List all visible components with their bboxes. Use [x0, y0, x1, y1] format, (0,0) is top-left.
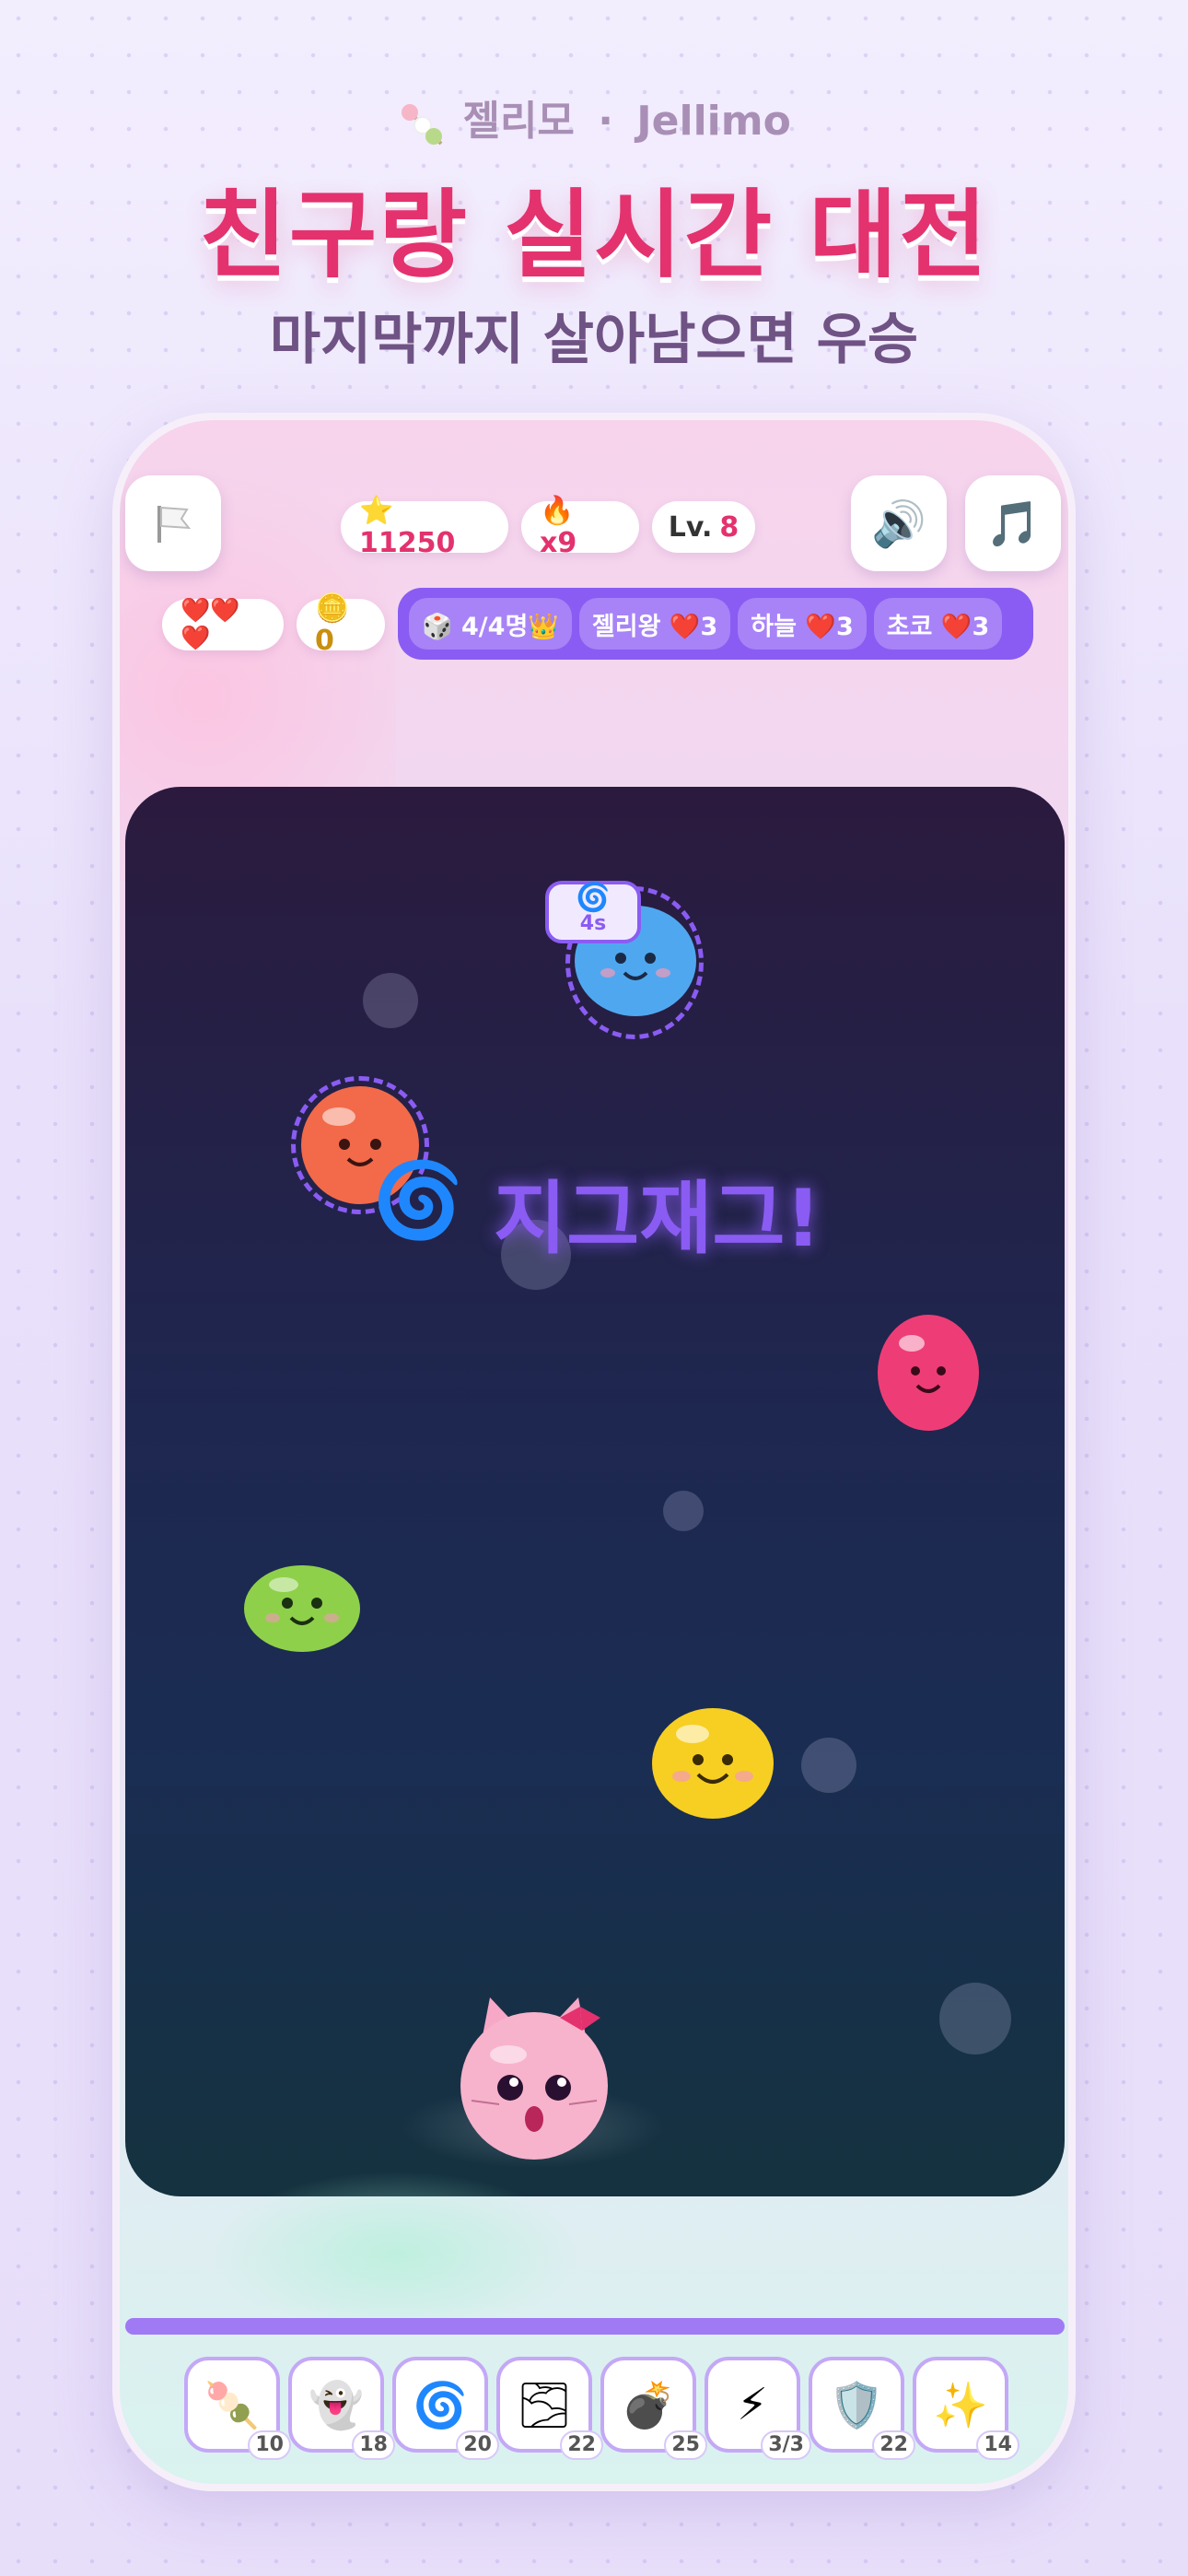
- swirl-icon: 🌀: [576, 882, 611, 914]
- level-label: Lv.: [668, 510, 713, 544]
- item-count: 20: [456, 2430, 499, 2460]
- progress-bar: [125, 2318, 1065, 2335]
- item-count: 22: [560, 2430, 603, 2460]
- players-bar: 🎲 4/4명👑 젤리왕 ❤️3 하늘 ❤️3 초코 ❤️3: [398, 588, 1033, 660]
- zigzag-effect-icon: 🌀: [372, 1157, 464, 1243]
- sound-button[interactable]: 🔊: [851, 475, 947, 571]
- item-count: 14: [976, 2430, 1019, 2460]
- speaker-icon: 🔊: [871, 498, 926, 550]
- player-chip: 젤리왕 ❤️3: [578, 598, 731, 650]
- yellow-jelly-face: [652, 1708, 774, 1819]
- game-arena[interactable]: 🌀 4s 🌀 지그재그!: [125, 787, 1065, 2196]
- headline: 친구랑 실시간 대전: [199, 179, 989, 291]
- yellow-jelly[interactable]: [650, 1706, 775, 1821]
- green-jelly[interactable]: [243, 1564, 361, 1653]
- score-pill: ⭐ 11250: [341, 495, 508, 559]
- pink-jelly[interactable]: [877, 1314, 980, 1432]
- item-slot-sparkles[interactable]: ✨ 14: [913, 2357, 1019, 2460]
- music-button[interactable]: 🎵: [965, 475, 1061, 571]
- combo-pill: 🔥 x9: [521, 495, 639, 559]
- room-count-chip: 🎲 4/4명👑: [409, 598, 572, 650]
- brand-separator: ·: [598, 98, 613, 145]
- item-count: 22: [872, 2430, 915, 2460]
- level-value: 8: [719, 510, 740, 544]
- bubble: [939, 1983, 1011, 2055]
- effect-timer-value: 4s: [579, 912, 607, 935]
- dango-icon: 🍡: [204, 2379, 260, 2431]
- green-jelly-face: [244, 1565, 360, 1652]
- item-slot-shield[interactable]: 🛡️ 22: [809, 2357, 915, 2460]
- item-slot-swirl[interactable]: 🌀 20: [392, 2357, 499, 2460]
- shield-icon: 🛡️: [829, 2379, 884, 2431]
- item-count: 18: [352, 2430, 395, 2460]
- lightning-icon: ⚡: [737, 2379, 768, 2430]
- bubble: [801, 1738, 856, 1793]
- swirl-icon: 🌀: [413, 2379, 468, 2431]
- item-slot-bomb[interactable]: 💣 25: [600, 2357, 707, 2460]
- dango-icon: [402, 104, 443, 146]
- coins-pill: 🪙 0: [297, 592, 385, 657]
- level-pill: Lv. 8: [652, 501, 755, 553]
- item-slot-lightning[interactable]: ⚡ 3/3: [705, 2357, 811, 2460]
- sparkles-icon: ✨: [933, 2379, 988, 2431]
- lives-pill: ❤️❤️❤️: [162, 597, 284, 652]
- brand-korean: 젤리모: [462, 98, 575, 145]
- pink-cat-icon: [460, 1997, 608, 2160]
- player-chip: 하늘 ❤️3: [738, 598, 867, 650]
- bubble: [363, 973, 418, 1028]
- ghost-icon: 👻: [309, 2379, 364, 2431]
- effect-timer-badge: 🌀 4s: [545, 881, 641, 943]
- item-slot-wind[interactable]: 🌫 22: [496, 2357, 603, 2460]
- subheadline: 마지막까지 살아남으면 우승: [269, 308, 919, 372]
- item-count: 3/3: [761, 2430, 811, 2460]
- item-slot-dango[interactable]: 🍡 10: [184, 2357, 291, 2460]
- wind-icon: 🌫: [516, 2379, 573, 2431]
- music-note-icon: 🎵: [985, 498, 1041, 550]
- white-flag-icon: [157, 506, 192, 543]
- player-cat[interactable]: [453, 1990, 615, 2161]
- brand-line: 젤리모 · Jellimo: [0, 88, 1188, 149]
- item-slot-ghost[interactable]: 👻 18: [288, 2357, 395, 2460]
- brand-english: Jellimo: [636, 98, 791, 145]
- glow: [212, 2171, 580, 2336]
- effect-announcement: 지그재그!: [494, 1173, 821, 1265]
- phone-frame: ⭐ 11250 🔥 x9 Lv. 8 🔊 🎵 ❤️❤️❤️ 🪙 0 🎲 4/4명…: [112, 413, 1076, 2491]
- bomb-icon: 💣: [621, 2379, 676, 2431]
- pink-jelly-face: [878, 1315, 979, 1431]
- item-count: 10: [248, 2430, 291, 2460]
- player-chip: 초코 ❤️3: [873, 598, 1003, 650]
- bubble: [663, 1491, 704, 1531]
- item-count: 25: [664, 2430, 707, 2460]
- surrender-button[interactable]: [125, 475, 221, 571]
